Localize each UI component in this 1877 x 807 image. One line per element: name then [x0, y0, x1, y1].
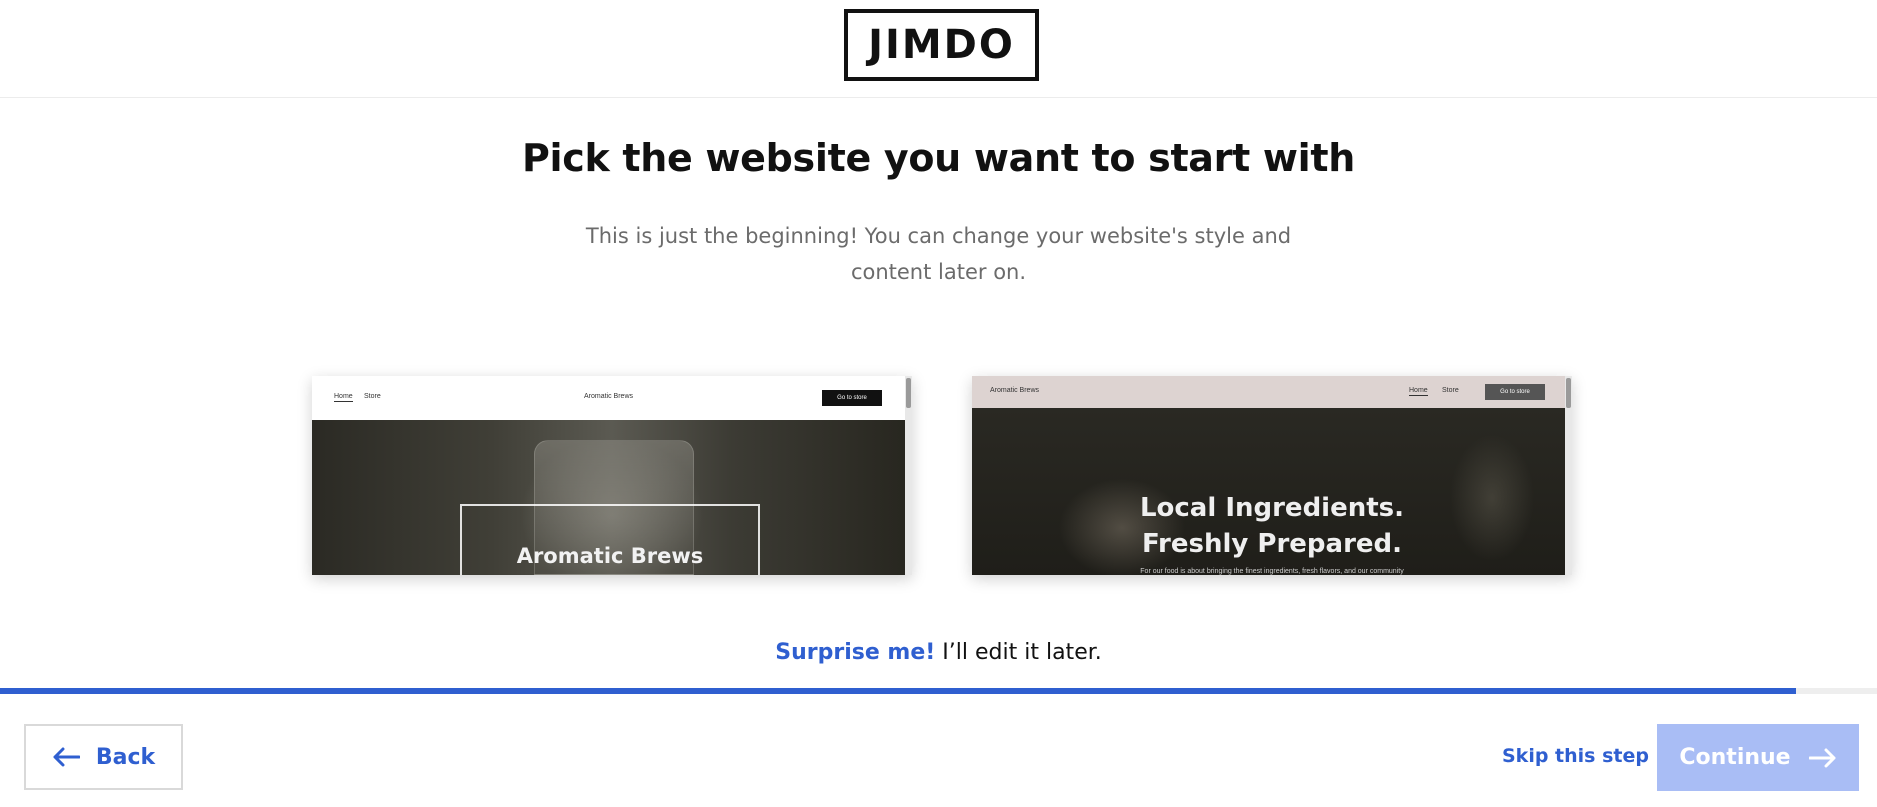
template-preview-hero-image: Aromatic Brews	[312, 420, 912, 575]
preview-brand: Aromatic Brews	[990, 387, 1040, 394]
arrow-right-icon	[1808, 748, 1837, 768]
preview-scrollbar[interactable]	[905, 376, 912, 575]
arrow-left-icon	[52, 747, 80, 767]
skip-step-link[interactable]: Skip this step	[1502, 745, 1649, 767]
preview-hero-title: Aromatic Brews	[516, 544, 704, 568]
preview-hero-subtitle: For our food is about bringing the fines…	[1140, 568, 1404, 575]
back-button[interactable]: Back	[24, 724, 183, 790]
page: JIMDO Pick the website you want to start…	[0, 0, 1877, 807]
preview-nav-home: Home	[1409, 387, 1428, 396]
page-subtitle: This is just the beginning! You can chan…	[585, 224, 1292, 284]
continue-button-label: Continue	[1679, 745, 1791, 770]
surprise-me-row: Surprise me! I’ll edit it later.	[0, 640, 1877, 665]
preview-hero-title-line1: Local Ingredients.	[1139, 493, 1405, 523]
preview-hero-title: Local Ingredients. Freshly Prepared.	[972, 490, 1572, 562]
preview-nav-store: Store	[1442, 387, 1459, 394]
preview-cta-button: Go to store	[822, 390, 882, 406]
template-preview-hero-image: Local Ingredients. Freshly Prepared. For…	[972, 408, 1572, 575]
jimdo-logo[interactable]: JIMDO	[844, 9, 1039, 81]
template-card-local-ingredients[interactable]: Aromatic Brews Home Store Go to store Lo…	[972, 376, 1572, 575]
template-preview-nav: Aromatic Brews Home Store Go to store	[972, 376, 1572, 408]
surprise-me-text: I’ll edit it later.	[935, 640, 1102, 665]
progress-bar-fill	[0, 688, 1797, 694]
template-preview-nav: Home Store Aromatic Brews Go to store	[312, 376, 912, 420]
preview-cta-button: Go to store	[1485, 384, 1545, 400]
preview-brand: Aromatic Brews	[584, 393, 634, 400]
progress-bar	[0, 688, 1877, 694]
preview-nav-home: Home	[334, 393, 353, 402]
continue-button[interactable]: Continue	[1657, 724, 1859, 791]
preview-nav-store: Store	[364, 393, 381, 400]
surprise-me-link[interactable]: Surprise me!	[775, 640, 935, 665]
page-title: Pick the website you want to start with	[521, 136, 1356, 180]
header: JIMDO	[0, 0, 1877, 98]
preview-scrollbar[interactable]	[1565, 376, 1572, 575]
preview-hero-title-line2: Freshly Prepared.	[1141, 529, 1403, 559]
back-button-label: Back	[95, 744, 156, 770]
template-card-aromatic-brews[interactable]: Home Store Aromatic Brews Go to store Ar…	[312, 376, 912, 575]
